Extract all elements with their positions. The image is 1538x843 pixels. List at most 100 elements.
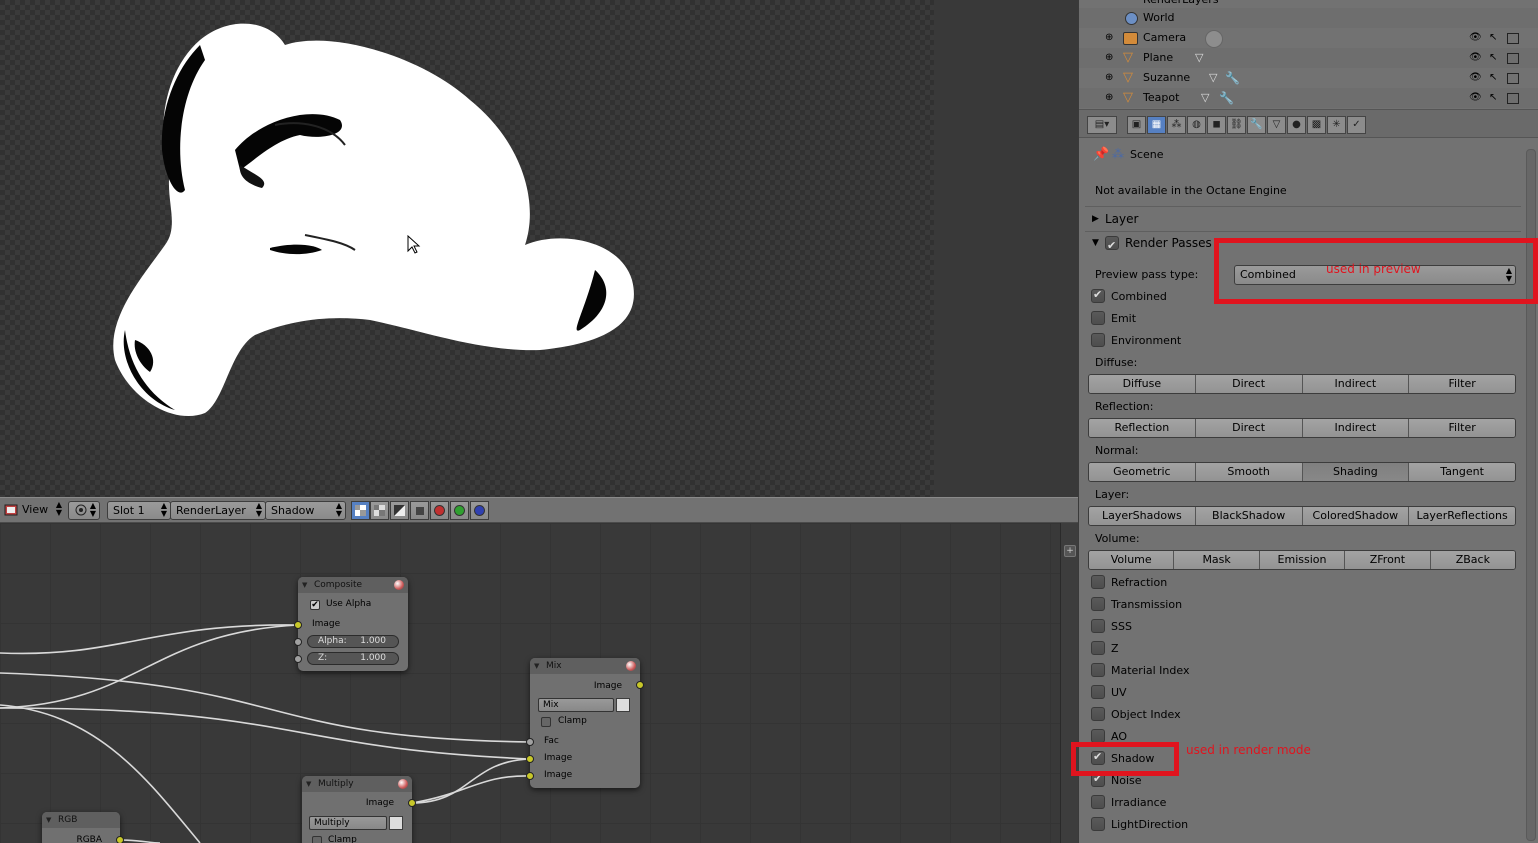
ao-checkbox[interactable] [1091,729,1105,743]
render-icon[interactable] [1507,93,1519,104]
node-editor[interactable]: Composite ✔ Use Alpha Image Alpha: 1.000… [0,523,1078,843]
zfront-button[interactable]: ZFront [1345,551,1431,569]
pin-icon[interactable]: 📌 [1093,147,1109,162]
expand-icon[interactable]: ⊕ [1105,48,1113,68]
expand-icon[interactable]: ⊕ [1105,68,1113,88]
composite-node[interactable]: Composite ✔ Use Alpha Image Alpha: 1.000… [298,577,408,671]
composite-alpha-socket[interactable] [294,638,302,646]
cursor-icon[interactable]: ↖ [1489,72,1497,83]
tab-constraints[interactable]: ⛓ [1227,116,1246,134]
coloredshadow-button[interactable]: ColoredShadow [1302,507,1410,525]
properties-editor[interactable]: ▤▾ ▣ ▦ ⁂ ◍ ◼ ⛓ 🔧 ▽ ● ▩ ✳ ✓ 📌 ⁂ Scene Not… [1078,109,1538,843]
composite-image-socket[interactable] [294,621,302,629]
use-alpha-toggle[interactable] [389,816,403,830]
tab-physics[interactable]: ✓ [1347,116,1366,134]
zback-button[interactable]: ZBack [1430,551,1515,569]
mix-node-title[interactable]: Mix [530,658,640,674]
reflection-button[interactable]: Reflection [1089,419,1196,437]
material-index-checkbox[interactable] [1091,663,1105,677]
cursor-icon[interactable]: ↖ [1489,32,1497,43]
pass-select[interactable]: Shadow ▲ ▼ [265,501,346,520]
emit-checkbox[interactable] [1091,311,1105,325]
volume-button[interactable]: Volume [1089,551,1175,569]
node-preview-icon[interactable] [398,779,408,789]
mesh-data-icon[interactable]: ▽ [1201,88,1209,108]
layerreflections-button[interactable]: LayerReflections [1409,507,1515,525]
tab-render[interactable]: ▣ [1127,116,1146,134]
blue-channel-button[interactable] [470,501,489,520]
expand-icon[interactable]: ⊕ [1105,28,1113,48]
transmission-checkbox[interactable] [1091,597,1105,611]
eye-icon[interactable]: 👁 [1469,92,1482,103]
layershadows-button[interactable]: LayerShadows [1089,507,1196,525]
render-icon[interactable] [1507,33,1519,44]
lightdirection-checkbox[interactable] [1091,817,1105,831]
smooth-button[interactable]: Smooth [1195,463,1303,481]
draw-image-button[interactable] [410,501,429,520]
plus-icon[interactable]: + [1064,545,1076,557]
tangent-button[interactable]: Tangent [1409,463,1515,481]
z-checkbox[interactable] [1091,641,1105,655]
tab-data[interactable]: ▽ [1267,116,1286,134]
tab-scene[interactable]: ⁂ [1167,116,1186,134]
wrench-icon[interactable]: 🔧 [1225,68,1240,88]
camera-data-icon[interactable] [1205,30,1223,48]
expand-icon[interactable]: ⊕ [1105,88,1113,108]
shading-button[interactable]: Shading [1302,463,1410,481]
layer-panel-header[interactable]: ▶ Layer [1085,208,1520,230]
eye-icon[interactable]: 👁 [1469,72,1482,83]
tab-render-layers[interactable]: ▦ [1147,116,1166,134]
reflection-indirect-button[interactable]: Indirect [1302,419,1410,437]
eye-icon[interactable]: 👁 [1469,52,1482,63]
tab-modifiers[interactable]: 🔧 [1247,116,1266,134]
cursor-icon[interactable]: ↖ [1489,92,1497,103]
mix-image1-socket[interactable] [526,755,534,763]
draw-alpha-button[interactable] [370,501,389,520]
composite-z-socket[interactable] [294,655,302,663]
mix-node[interactable]: Mix Image Mix Clamp Fac Image Image [530,658,640,788]
use-alpha-checkbox[interactable]: ✔ [310,600,320,610]
alpha-field[interactable]: Alpha: 1.000 [307,635,399,648]
diffuse-button[interactable]: Diffuse [1089,375,1196,393]
render-passes-checkbox[interactable] [1105,235,1119,257]
mesh-data-icon[interactable]: ▽ [1209,68,1217,88]
renderlayer-select[interactable]: RenderLayer ▲ ▼ [170,501,266,520]
outliner-item-world[interactable]: World [1079,8,1538,28]
node-preview-icon[interactable] [626,661,636,671]
emission-button[interactable]: Emission [1259,551,1346,569]
rgb-node-title[interactable]: RGB [42,812,120,828]
mix-mode-select[interactable]: Mix [538,698,614,712]
multiply-mode-select[interactable]: Multiply [309,816,387,830]
mix-fac-socket[interactable] [526,738,534,746]
view-menu[interactable]: View ▲ ▼ [0,501,64,520]
editor-type-select[interactable]: ▤▾ [1087,116,1117,134]
multiply-clamp-checkbox[interactable] [312,836,322,843]
use-alpha-toggle[interactable] [616,698,630,712]
reflection-direct-button[interactable]: Direct [1195,419,1303,437]
mask-button[interactable]: Mask [1174,551,1260,569]
combined-checkbox[interactable] [1091,288,1105,303]
object-index-checkbox[interactable] [1091,707,1105,721]
tab-texture[interactable]: ▩ [1307,116,1326,134]
draw-zbuffer-button[interactable] [390,501,409,520]
rgb-node[interactable]: RGB RGBA [42,812,120,843]
mix-output-socket[interactable] [636,681,644,689]
image-viewer[interactable] [0,0,1078,497]
geometric-button[interactable]: Geometric [1089,463,1196,481]
diffuse-filter-button[interactable]: Filter [1409,375,1515,393]
render-icon[interactable] [1507,73,1519,84]
tab-object[interactable]: ◼ [1207,116,1226,134]
blackshadow-button[interactable]: BlackShadow [1195,507,1303,525]
cursor-icon[interactable]: ↖ [1489,52,1497,63]
multiply-node[interactable]: Multiply Image Multiply Clamp [302,776,412,843]
multiply-node-title[interactable]: Multiply [302,776,412,792]
mesh-data-icon[interactable]: ▽ [1195,48,1203,68]
z-field[interactable]: Z: 1.000 [307,652,399,665]
eye-icon[interactable]: 👁 [1469,32,1482,43]
mix-clamp-checkbox[interactable] [541,717,551,727]
environment-checkbox[interactable] [1091,333,1105,347]
wrench-icon[interactable]: 🔧 [1219,88,1234,108]
node-preview-icon[interactable] [394,580,404,590]
reflection-filter-button[interactable]: Filter [1409,419,1515,437]
green-channel-button[interactable] [450,501,469,520]
